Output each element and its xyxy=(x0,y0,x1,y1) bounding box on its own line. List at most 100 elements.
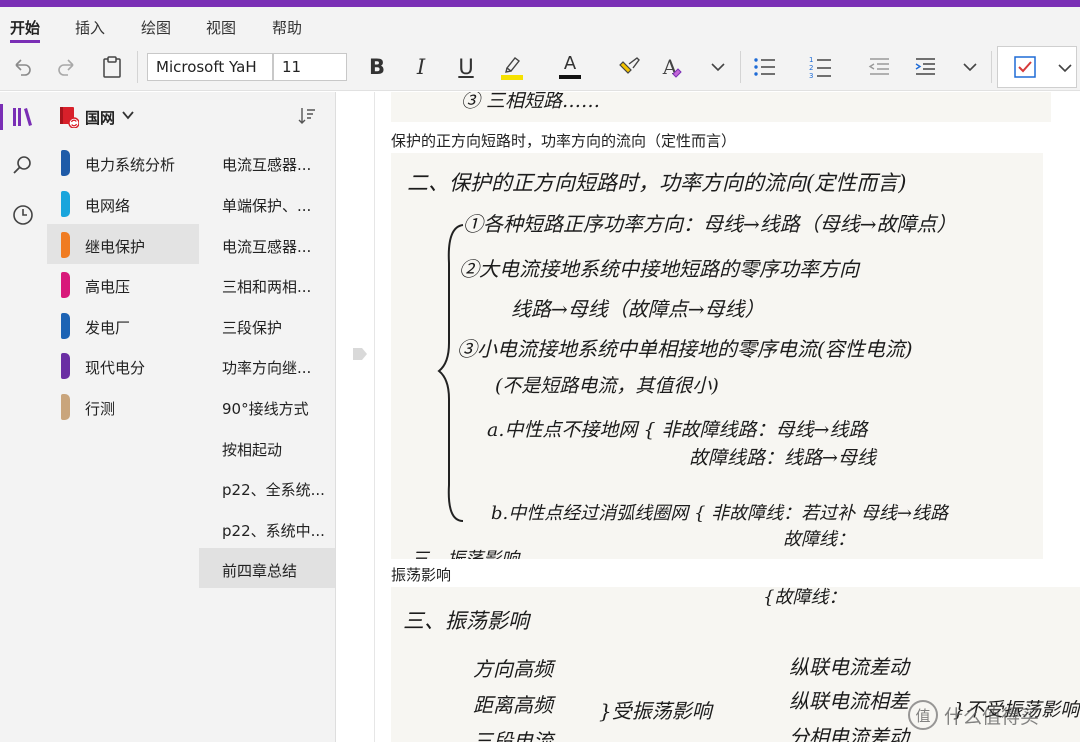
tab-insert[interactable]: 插入 xyxy=(75,17,105,38)
handwritten-line: 距离高频 xyxy=(473,693,553,717)
handwritten-line: 三段电流 xyxy=(473,729,553,742)
pane-divider[interactable] xyxy=(335,92,336,742)
search-button[interactable] xyxy=(8,150,38,180)
handwritten-line: 线路→母线（故障点→母线） xyxy=(511,297,765,321)
undo-button[interactable] xyxy=(8,53,36,81)
tab-draw[interactable]: 绘图 xyxy=(141,17,171,38)
note-heading[interactable]: 保护的正方向短路时，功率方向的流向（定性而言） xyxy=(391,130,736,151)
section-label: 发电厂 xyxy=(85,319,131,337)
increase-indent-button[interactable] xyxy=(910,53,940,81)
format-painter-button[interactable] xyxy=(614,53,644,81)
handwritten-line: ①各种短路正序功率方向：母线→线路（母线→故障点） xyxy=(463,212,957,236)
section-item[interactable]: 发电厂 xyxy=(47,305,199,345)
sort-icon[interactable] xyxy=(297,106,317,126)
clock-icon xyxy=(13,205,33,225)
handwritten-line: 方向高频 xyxy=(473,657,553,681)
undo-icon xyxy=(15,59,31,76)
handwritten-line: ③ 三相短路…… xyxy=(461,92,601,112)
font-size-field[interactable]: 11 xyxy=(273,53,347,81)
numbered-list-button[interactable]: 123 xyxy=(806,53,836,81)
svg-text:1: 1 xyxy=(809,56,813,64)
svg-text:2: 2 xyxy=(809,64,813,72)
section-color-tab xyxy=(61,272,70,298)
page-item[interactable]: 电流互感器... xyxy=(199,224,335,264)
section-item[interactable]: 继电保护 xyxy=(47,224,199,264)
clear-format-button[interactable]: A xyxy=(658,53,688,81)
toolbar-separator xyxy=(740,51,741,83)
tag-picker[interactable] xyxy=(997,46,1077,88)
section-item[interactable]: 高电压 xyxy=(47,264,199,304)
handwritten-line: (不是短路电流，其值很小) xyxy=(495,375,719,397)
notebook-sync-icon xyxy=(60,107,79,128)
section-item[interactable]: 电力系统分析 xyxy=(47,142,199,182)
bullet-list-button[interactable] xyxy=(750,53,780,81)
note-heading[interactable]: 振荡影响 xyxy=(391,564,451,585)
chevron-down-icon xyxy=(963,63,977,72)
page-item[interactable]: 电流互感器... xyxy=(199,142,335,182)
page-item[interactable]: 前四章总结 xyxy=(199,548,335,588)
font-name-field[interactable]: Microsoft YaH xyxy=(147,53,273,81)
more-format-dropdown[interactable] xyxy=(706,53,730,81)
page-canvas[interactable]: ③ 三相短路…… 保护的正方向短路时，功率方向的流向（定性而言） 二、保护的正方… xyxy=(375,92,1080,742)
page-item[interactable]: 按相起动 xyxy=(199,427,335,467)
tab-view[interactable]: 视图 xyxy=(206,17,236,38)
tab-help[interactable]: 帮助 xyxy=(272,17,302,38)
page-label: 90°接线方式 xyxy=(222,400,309,418)
collapse-pane-icon[interactable] xyxy=(352,347,368,361)
section-list: 电力系统分析 电网络 继电保护 高电压 发电厂 现代电分 行测 xyxy=(47,140,199,742)
page-label: 单端保护、... xyxy=(222,197,312,215)
page-label: 按相起动 xyxy=(222,441,283,459)
handwritten-note-image: 二、保护的正方向短路时，功率方向的流向(定性而言) ①各种短路正序功率方向：母线… xyxy=(391,153,1043,559)
page-label: 三相和两相... xyxy=(222,278,312,296)
handwritten-brace xyxy=(437,224,464,522)
page-item[interactable]: 90°接线方式 xyxy=(199,386,335,426)
section-item[interactable]: 电网络 xyxy=(47,183,199,223)
section-label: 行测 xyxy=(85,400,116,418)
paste-button[interactable] xyxy=(98,53,126,81)
notebook-name: 国网 xyxy=(85,109,116,127)
notebooks-button[interactable] xyxy=(8,102,38,132)
redo-icon xyxy=(58,59,74,76)
more-paragraph-dropdown[interactable] xyxy=(958,53,982,81)
page-item[interactable]: 功率方向继... xyxy=(199,345,335,385)
font-color-letter: A xyxy=(563,53,577,74)
tab-home[interactable]: 开始 xyxy=(10,17,40,38)
page-item[interactable]: 单端保护、... xyxy=(199,183,335,223)
app-title-strip xyxy=(0,0,1080,7)
section-color-tab xyxy=(61,232,70,258)
handwritten-line: 二、保护的正方向短路时，功率方向的流向(定性而言) xyxy=(407,171,907,195)
handwritten-line: 三、振荡影响 xyxy=(403,609,529,633)
italic-button[interactable]: I xyxy=(408,53,434,81)
page-item[interactable]: p22、系统中... xyxy=(199,508,335,548)
section-color-tab xyxy=(61,313,70,339)
section-item[interactable]: 现代电分 xyxy=(47,345,199,385)
svg-text:3: 3 xyxy=(809,72,813,79)
section-label: 电力系统分析 xyxy=(85,156,176,174)
page-item[interactable]: p22、全系统... xyxy=(199,467,335,507)
highlight-button[interactable] xyxy=(497,53,527,81)
ribbon-toolbar: Microsoft YaH 11 B I U A A 123 xyxy=(0,43,1080,91)
notebook-switcher[interactable]: 国网 xyxy=(47,92,335,140)
page-item[interactable]: 三段保护 xyxy=(199,305,335,345)
redo-button[interactable] xyxy=(53,53,81,81)
font-color-button[interactable]: A xyxy=(555,53,585,81)
section-item[interactable]: 行测 xyxy=(47,386,199,426)
recent-button[interactable] xyxy=(8,200,38,230)
page-label: 功率方向继... xyxy=(222,359,312,377)
chevron-down-icon xyxy=(711,63,725,72)
watermark-logo-icon: 值 xyxy=(908,700,938,730)
handwritten-line: 纵联电流差动 xyxy=(789,655,909,679)
indent-icon xyxy=(915,58,935,75)
section-color-tab xyxy=(61,394,70,420)
font-color-swatch xyxy=(559,75,581,79)
page-list: 电流互感器... 单端保护、... 电流互感器... 三相和两相... 三段保护… xyxy=(199,140,335,742)
decrease-indent-button[interactable] xyxy=(864,53,894,81)
underline-button[interactable]: U xyxy=(453,53,479,81)
bold-button[interactable]: B xyxy=(364,53,390,81)
handwritten-line: a.中性点不接地网 { 非故障线路：母线→线路 xyxy=(487,419,868,441)
section-label: 继电保护 xyxy=(85,238,146,256)
section-label: 现代电分 xyxy=(85,359,146,377)
handwritten-line: 分相电流差动 xyxy=(789,725,909,742)
section-color-tab xyxy=(61,191,70,217)
page-item[interactable]: 三相和两相... xyxy=(199,264,335,304)
